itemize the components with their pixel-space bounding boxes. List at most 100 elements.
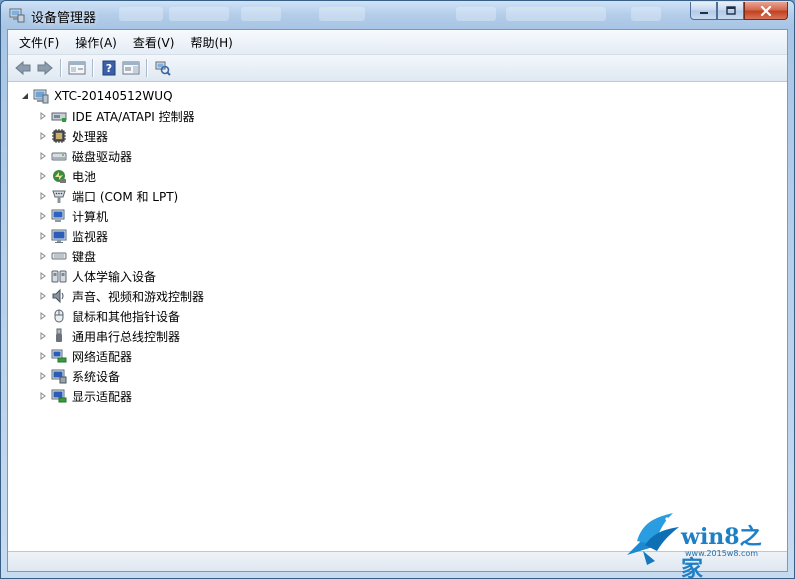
- tree-item-label: 端口 (COM 和 LPT): [72, 189, 179, 204]
- menu-item-2[interactable]: 查看(V): [126, 32, 182, 53]
- scan-hardware-icon: [155, 61, 171, 76]
- tree-item-label: 电池: [72, 169, 97, 184]
- forward-button[interactable]: [34, 57, 56, 79]
- close-button[interactable]: [744, 2, 788, 20]
- bird-logo-icon: [627, 513, 679, 565]
- watermark: win8之家 www.2015w8.com: [623, 511, 783, 578]
- title-bar-blur: [119, 7, 163, 21]
- title-bar-blur: [631, 7, 661, 21]
- tree-item-label: 磁盘驱动器: [72, 149, 133, 164]
- svg-text:?: ?: [106, 62, 112, 75]
- tree-item-label: 网络适配器: [72, 349, 133, 364]
- expand-arrow-icon[interactable]: [38, 271, 48, 281]
- battery-icon: [53, 170, 66, 183]
- computer-root-icon: [33, 89, 49, 104]
- disk-drive-icon: [51, 152, 67, 161]
- title-bar[interactable]: 设备管理器: [1, 1, 794, 29]
- tree-item[interactable]: 声音、视频和游戏控制器: [38, 286, 204, 306]
- console-tree-icon: [68, 61, 86, 75]
- window-controls: [690, 2, 788, 20]
- system-device-icon: [51, 369, 67, 384]
- minimize-button[interactable]: [690, 2, 717, 20]
- keyboard-icon: [51, 252, 67, 260]
- tree-item[interactable]: 网络适配器: [38, 346, 132, 366]
- tree-item[interactable]: 键盘: [38, 246, 96, 266]
- expand-arrow-icon[interactable]: [38, 391, 48, 401]
- ide-controller-icon: [51, 112, 67, 122]
- forward-icon: [37, 60, 53, 76]
- tree-item-label: 显示适配器: [72, 389, 133, 404]
- expand-arrow-icon[interactable]: [38, 131, 48, 141]
- sound-icon: [52, 288, 64, 304]
- window-title: 设备管理器: [31, 11, 97, 26]
- expand-arrow-icon[interactable]: [38, 371, 48, 381]
- toolbar-separator: [92, 59, 94, 77]
- tree-item[interactable]: 处理器: [38, 126, 108, 146]
- tree-item-label: 鼠标和其他指针设备: [72, 309, 181, 324]
- back-button[interactable]: [12, 57, 34, 79]
- back-icon: [15, 60, 31, 76]
- scan-hardware-button[interactable]: [152, 57, 174, 79]
- tree-item-label: 处理器: [72, 129, 109, 144]
- display-adapter-icon: [51, 389, 67, 403]
- properties-button[interactable]: [120, 57, 142, 79]
- tree-item[interactable]: 磁盘驱动器: [38, 146, 132, 166]
- tree-item[interactable]: 电池: [38, 166, 96, 186]
- expand-arrow-icon[interactable]: [38, 231, 48, 241]
- expand-arrow-icon[interactable]: [38, 111, 48, 121]
- expand-arrow-icon[interactable]: [38, 311, 48, 321]
- tree-item[interactable]: IDE ATA/ATAPI 控制器: [38, 106, 195, 126]
- tree-item-label: 人体学输入设备: [72, 269, 157, 284]
- tree-item[interactable]: 计算机: [38, 206, 108, 226]
- expand-arrow-icon[interactable]: [38, 351, 48, 361]
- expand-arrow-icon[interactable]: [38, 191, 48, 201]
- maximize-button[interactable]: [717, 2, 744, 20]
- tree-item[interactable]: 系统设备: [38, 366, 120, 386]
- menu-item-1[interactable]: 操作(A): [68, 32, 124, 53]
- expand-arrow-icon[interactable]: [38, 211, 48, 221]
- tree-item[interactable]: 显示适配器: [38, 386, 132, 406]
- title-bar-blur: [241, 7, 281, 21]
- expand-arrow-icon[interactable]: [38, 331, 48, 341]
- toolbar-separator: [60, 59, 62, 77]
- title-bar-blur: [456, 7, 496, 21]
- hid-icon: [51, 270, 67, 283]
- tree-item-label: 键盘: [72, 249, 97, 264]
- monitor-icon: [51, 229, 67, 243]
- collapse-arrow-icon[interactable]: [20, 91, 30, 101]
- expand-arrow-icon[interactable]: [38, 291, 48, 301]
- menu-item-0[interactable]: 文件(F): [12, 32, 66, 53]
- tree-item[interactable]: 人体学输入设备: [38, 266, 156, 286]
- expand-arrow-icon[interactable]: [38, 171, 48, 181]
- tree-root[interactable]: XTC-20140512WUQ: [20, 86, 173, 106]
- close-icon: [760, 5, 772, 16]
- tree-item[interactable]: 监视器: [38, 226, 108, 246]
- tree-item-label: 系统设备: [72, 369, 121, 384]
- title-bar-blur: [319, 7, 365, 21]
- tree-item-label: 计算机: [72, 209, 109, 224]
- show-hide-tree-button[interactable]: [66, 57, 88, 79]
- tree-item-label: 通用串行总线控制器: [72, 329, 181, 344]
- toolbar-separator: [146, 59, 148, 77]
- tree-item-label: 声音、视频和游戏控制器: [72, 289, 205, 304]
- network-adapter-icon: [51, 349, 67, 363]
- tree-item[interactable]: 通用串行总线控制器: [38, 326, 180, 346]
- minimize-icon: [699, 11, 708, 14]
- menu-item-3[interactable]: 帮助(H): [183, 32, 239, 53]
- computer-icon: [51, 209, 65, 222]
- expand-arrow-icon[interactable]: [38, 251, 48, 261]
- usb-icon: [56, 328, 62, 342]
- tree-item-label: IDE ATA/ATAPI 控制器: [72, 109, 195, 124]
- toolbar: ?: [8, 55, 787, 82]
- help-icon: ?: [102, 60, 116, 76]
- port-icon: [52, 190, 66, 203]
- client-area: 文件(F) 操作(A) 查看(V) 帮助(H) ? XTC-20140512WU…: [7, 29, 788, 578]
- menu-bar: 文件(F) 操作(A) 查看(V) 帮助(H): [8, 30, 787, 55]
- device-manager-window: 设备管理器 文件(F) 操作(A) 查看(V) 帮助(H) ? XTC-2014…: [0, 0, 795, 579]
- title-bar-blur: [506, 7, 606, 21]
- device-tree[interactable]: XTC-20140512WUQ IDE ATA/ATAPI 控制器 处理器磁盘驱动…: [8, 82, 787, 551]
- tree-item[interactable]: 端口 (COM 和 LPT): [38, 186, 178, 206]
- expand-arrow-icon[interactable]: [38, 151, 48, 161]
- help-button[interactable]: ?: [98, 57, 120, 79]
- tree-item[interactable]: 鼠标和其他指针设备: [38, 306, 180, 326]
